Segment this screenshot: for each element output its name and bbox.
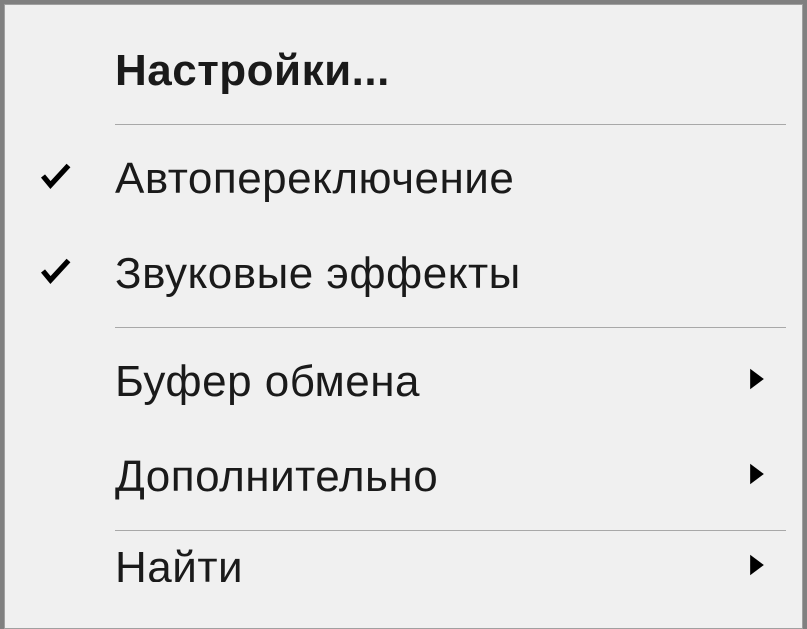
menu-item-label: Буфер обмена: [115, 357, 737, 407]
menu-item-label: Найти: [115, 543, 737, 583]
check-column: [25, 158, 115, 199]
menu-item-find[interactable]: Найти: [5, 537, 802, 582]
menu-item-sound-effects[interactable]: Звуковые эффекты: [5, 226, 802, 321]
menu-separator: [115, 327, 786, 328]
menu-item-label: Звуковые эффекты: [115, 249, 737, 299]
arrow-column: [737, 553, 777, 582]
menu-separator: [115, 124, 786, 125]
submenu-arrow-icon: [748, 553, 766, 582]
menu-item-settings[interactable]: Настройки...: [5, 23, 802, 118]
menu-item-autoswitch[interactable]: Автопереключение: [5, 131, 802, 226]
menu-item-label: Автопереключение: [115, 154, 737, 204]
menu-separator: [115, 530, 786, 531]
menu-item-label: Дополнительно: [115, 452, 737, 502]
menu-item-advanced[interactable]: Дополнительно: [5, 429, 802, 524]
arrow-column: [737, 462, 777, 491]
menu-item-label: Настройки...: [115, 46, 737, 96]
context-menu: Настройки... Автопереключение Звуковые э…: [4, 4, 803, 629]
arrow-column: [737, 367, 777, 396]
submenu-arrow-icon: [748, 462, 766, 491]
menu-item-clipboard[interactable]: Буфер обмена: [5, 334, 802, 429]
check-icon: [37, 158, 73, 199]
submenu-arrow-icon: [748, 367, 766, 396]
check-icon: [37, 253, 73, 294]
check-column: [25, 253, 115, 294]
